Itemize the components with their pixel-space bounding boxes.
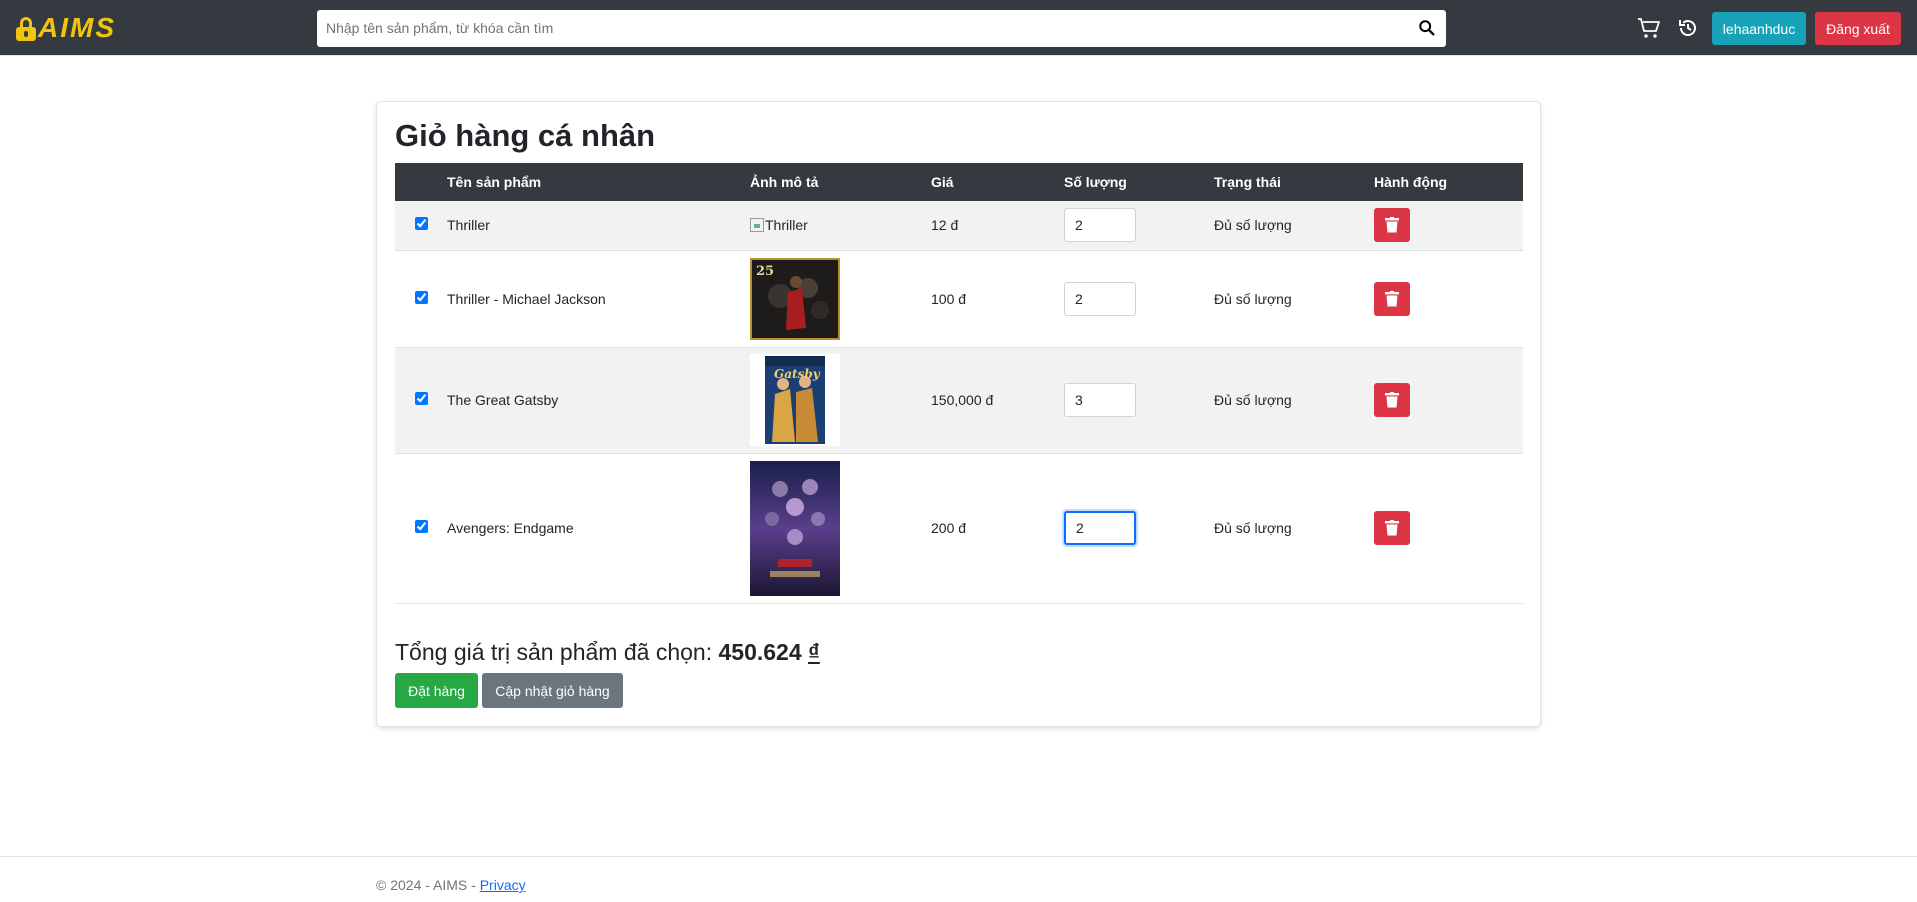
table-row: Avengers: Endgame 200 đ 2 Đủ số lượng xyxy=(395,453,1523,604)
product-name: Avengers: Endgame xyxy=(447,453,750,604)
column-header-image: Ảnh mô tả xyxy=(750,163,931,201)
footer-text: © 2024 - AIMS - xyxy=(376,877,476,893)
navbar: AIMS lehaanhduc Đăng xuất xyxy=(0,0,1917,56)
trash-icon xyxy=(1385,520,1399,536)
table-row: Thriller - Michael Jackson 25 100 đ 2 Đủ… xyxy=(395,250,1523,348)
product-price: 200 đ xyxy=(931,453,1064,604)
logo[interactable]: AIMS xyxy=(16,12,116,44)
total-currency: ₫ xyxy=(808,639,820,665)
delete-button[interactable] xyxy=(1374,281,1410,316)
total-value: 450.624 xyxy=(718,639,802,665)
delete-button[interactable] xyxy=(1374,383,1410,417)
product-name: The Great Gatsby xyxy=(447,347,750,454)
svg-text:25: 25 xyxy=(756,264,774,279)
column-header-quantity: Số lượng xyxy=(1064,163,1214,201)
search-input[interactable] xyxy=(317,10,1415,45)
row-checkbox[interactable] xyxy=(414,290,428,304)
table-header: Tên sản phẩm Ảnh mô tả Giá Số lượng Trạn… xyxy=(395,163,1523,201)
column-header-select xyxy=(395,163,447,201)
row-checkbox[interactable] xyxy=(414,217,428,231)
quantity-input[interactable] xyxy=(1064,281,1136,316)
stock-status: Đủ số lượng xyxy=(1214,201,1374,251)
cart-icon[interactable] xyxy=(1637,16,1661,40)
row-checkbox[interactable] xyxy=(414,520,428,533)
delete-button[interactable] xyxy=(1374,511,1410,545)
quantity-input[interactable] xyxy=(1064,208,1136,243)
update-cart-button[interactable]: Cập nhật giỏ hàng xyxy=(482,673,623,708)
column-header-price: Giá xyxy=(931,163,1064,201)
stock-status: Đủ số lượng xyxy=(1214,453,1374,604)
quantity-input[interactable] xyxy=(1064,511,1136,545)
broken-image-icon xyxy=(750,218,764,233)
trash-icon xyxy=(1385,290,1399,306)
trash-icon xyxy=(1385,217,1399,233)
product-name: Thriller xyxy=(447,201,750,251)
product-name: Thriller - Michael Jackson xyxy=(447,250,750,348)
footer: © 2024 - AIMS - Privacy xyxy=(0,856,1917,902)
delete-button[interactable] xyxy=(1374,208,1410,243)
product-image-avengers-poster xyxy=(750,460,840,596)
product-image-gatsby-cover: Gatsby xyxy=(750,354,840,446)
column-header-status: Trạng thái xyxy=(1214,163,1374,201)
product-image-thriller-cover: 25 xyxy=(750,257,840,340)
history-icon[interactable] xyxy=(1676,16,1700,40)
user-button[interactable]: lehaanhduc xyxy=(1712,12,1806,45)
cart-table: Tên sản phẩm Ảnh mô tả Giá Số lượng Trạn… xyxy=(395,163,1523,604)
cart-total: Tổng giá trị sản phẩm đã chọn: 450.624 ₫ xyxy=(395,639,820,666)
place-order-button[interactable]: Đặt hàng xyxy=(395,673,478,708)
logo-text: AIMS xyxy=(38,12,116,43)
product-image-broken: Thriller xyxy=(750,217,931,233)
svg-text:Gatsby: Gatsby xyxy=(774,367,821,381)
lock-icon xyxy=(16,17,36,41)
privacy-link[interactable]: Privacy xyxy=(480,877,526,893)
column-header-actions: Hành động xyxy=(1374,163,1523,201)
cart-card: Giỏ hàng cá nhân Tên sản phẩm Ảnh mô tả … xyxy=(376,101,1541,727)
row-checkbox[interactable] xyxy=(414,392,428,405)
product-price: 150,000 đ xyxy=(931,347,1064,454)
quantity-input[interactable] xyxy=(1064,383,1136,417)
search-icon[interactable] xyxy=(1418,19,1436,37)
image-alt-text: Thriller xyxy=(765,217,808,234)
product-price: 100 đ xyxy=(931,250,1064,348)
trash-icon xyxy=(1385,392,1399,408)
total-label: Tổng giá trị sản phẩm đã chọn: xyxy=(395,639,713,665)
search-bar xyxy=(317,10,1446,47)
table-row: The Great Gatsby Gatsby 150,000 đ 3 Đủ s… xyxy=(395,347,1523,454)
stock-status: Đủ số lượng xyxy=(1214,250,1374,348)
column-header-name: Tên sản phẩm xyxy=(447,163,750,201)
page-title: Giỏ hàng cá nhân xyxy=(395,118,656,153)
logout-button[interactable]: Đăng xuất xyxy=(1815,12,1901,45)
stock-status: Đủ số lượng xyxy=(1214,347,1374,454)
table-row: Thriller Thriller 12 đ Đủ số lượng xyxy=(395,201,1523,251)
product-price: 12 đ xyxy=(931,201,1064,251)
